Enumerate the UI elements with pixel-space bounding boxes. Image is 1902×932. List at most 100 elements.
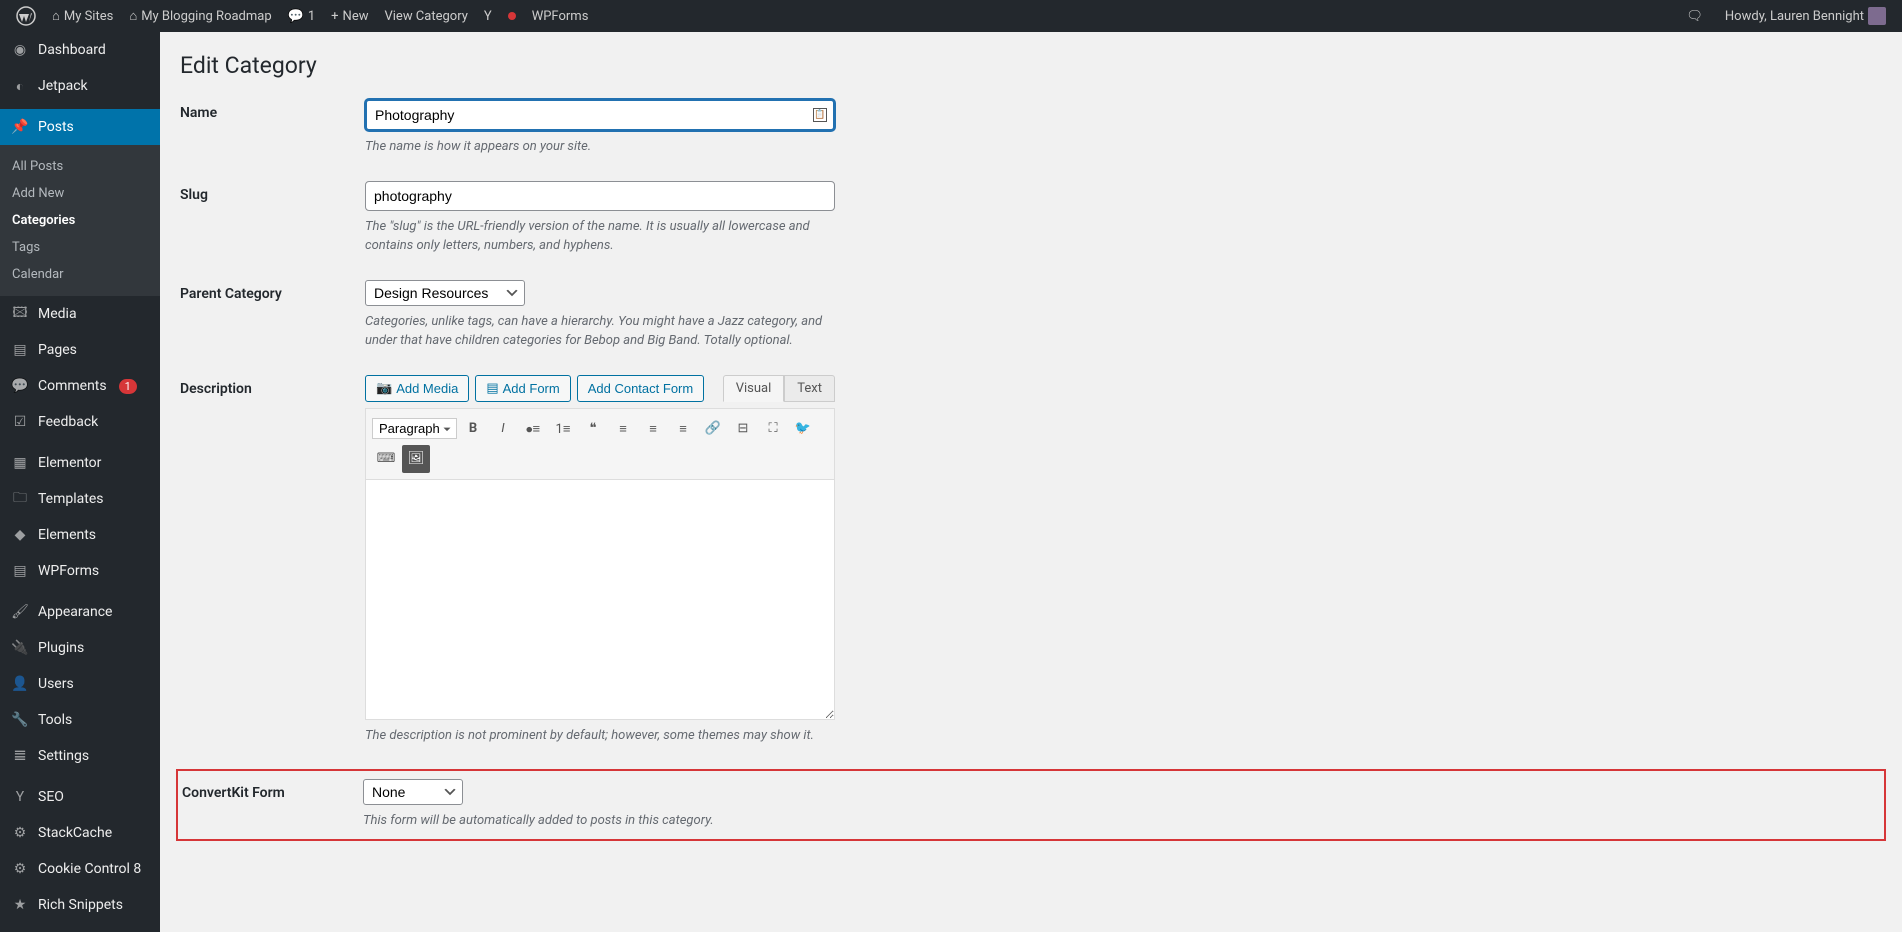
brush-icon: 🖌 [10,602,30,622]
bold-button[interactable]: B [459,415,487,443]
parent-label: Parent Category [180,280,365,302]
my-sites-label: My Sites [64,9,113,24]
yoast-link[interactable]: Y [476,0,500,32]
sidebar-dashboard[interactable]: ◉ Dashboard [0,32,160,68]
sidebar-settings[interactable]: 𝌆 Settings [0,738,160,774]
sidebar-cookie-control[interactable]: ⚙ Cookie Control 8 [0,851,160,887]
add-contact-form-label: Add Contact Form [588,381,694,396]
sidebar-appearance[interactable]: 🖌 Appearance [0,594,160,630]
new-link[interactable]: + New [323,0,376,32]
view-category-link[interactable]: View Category [376,0,475,32]
sidebar-tools[interactable]: 🔧 Tools [0,702,160,738]
elements-icon: ◆ [10,525,30,545]
parent-select[interactable]: Design Resources [365,280,525,306]
plus-icon: + [331,9,338,24]
main-wrap: ◉ Dashboard ◐ Jetpack 📌 Posts All Posts … [0,32,1902,932]
howdy-text: Howdy, Lauren Bennight [1725,9,1864,24]
slug-desc: The "slug" is the URL-friendly version o… [365,217,835,256]
sidebar-feedback[interactable]: ☑ Feedback [0,404,160,440]
name-input[interactable] [365,99,835,131]
slug-label: Slug [180,181,365,203]
sidebar-elements[interactable]: ◆ Elements [0,517,160,553]
italic-button[interactable]: I [489,415,517,443]
updates-link[interactable] [500,0,524,32]
gear-icon: ⚙ [10,859,30,879]
sidebar-label: Comments [38,378,107,394]
wpforms-label: WPForms [532,9,589,24]
sidebar-templates[interactable]: 🗀 Templates [0,481,160,517]
camera-icon: 📷 [376,380,392,396]
pin-icon: 📌 [10,117,30,137]
sidebar-media[interactable]: 🖾 Media [0,296,160,332]
sidebar-stackcache[interactable]: ⚙ StackCache [0,815,160,851]
editor-textarea[interactable] [365,480,835,720]
visual-tab[interactable]: Visual [723,375,785,402]
name-row: Name 📋 The name is how it appears on you… [180,99,1882,157]
sidebar-pages[interactable]: ▤ Pages [0,332,160,368]
text-tab[interactable]: Text [784,375,835,402]
view-category-label: View Category [384,9,467,24]
sliders-icon: 𝌆 [10,746,30,766]
comments-link[interactable]: 💬 1 [280,0,324,32]
sidebar-elementor[interactable]: ▦ Elementor [0,445,160,481]
align-left-button[interactable]: ≡ [609,415,637,443]
sub-calendar[interactable]: Calendar [0,261,160,288]
bullet-list-button[interactable]: ⦁≡ [519,415,547,443]
sidebar-label: Dashboard [38,42,106,58]
sub-add-new[interactable]: Add New [0,180,160,207]
name-label: Name [180,99,365,121]
description-row: Description 📷 Add Media ▤ Add Form [180,375,1882,746]
wp-logo[interactable] [8,0,44,32]
comment-icon: 💬 [10,376,30,396]
sidebar-label: Tools [38,712,72,728]
sidebar-label: Templates [38,491,104,507]
sub-all-posts[interactable]: All Posts [0,153,160,180]
wpforms-link[interactable]: WPForms [524,0,597,32]
add-media-button[interactable]: 📷 Add Media [365,375,469,402]
image-button[interactable]: 🖼 [402,445,430,473]
wrench-icon: 🔧 [10,710,30,730]
sidebar-users[interactable]: 👤 Users [0,666,160,702]
input-suggestion-icon[interactable]: 📋 [813,108,827,122]
add-form-button[interactable]: ▤ Add Form [475,375,570,402]
sub-categories[interactable]: Categories [0,207,160,234]
number-list-button[interactable]: 1≡ [549,415,577,443]
sidebar-comments[interactable]: 💬 Comments 1 [0,368,160,404]
keyboard-button[interactable]: ⌨ [372,445,400,473]
sidebar-seo[interactable]: Y SEO [0,779,160,815]
sub-tags[interactable]: Tags [0,234,160,261]
twitter-button[interactable]: 🐦 [789,415,817,443]
sidebar-label: Pages [38,342,77,358]
sidebar-label: Cookie Control 8 [38,861,141,877]
elementor-icon: ▦ [10,453,30,473]
my-sites-link[interactable]: ⌂ My Sites [44,0,121,32]
site-name-link[interactable]: ⌂ My Blogging Roadmap [121,0,279,32]
link-button[interactable]: 🔗 [699,415,727,443]
sidebar-jetpack[interactable]: ◐ Jetpack [0,68,160,104]
blockquote-button[interactable]: ❝ [579,415,607,443]
convertkit-select[interactable]: None [363,779,463,805]
convertkit-row: ConvertKit Form None This form will be a… [176,769,1886,841]
sidebar-rich-snippets[interactable]: ★ Rich Snippets [0,887,160,923]
slug-input[interactable] [365,181,835,211]
sidebar-label: Users [38,676,74,692]
align-right-button[interactable]: ≡ [669,415,697,443]
align-center-button[interactable]: ≡ [639,415,667,443]
sidebar-plugins[interactable]: 🔌 Plugins [0,630,160,666]
format-select[interactable]: Paragraph [372,418,457,439]
page-title: Edit Category [180,52,1882,79]
sidebar-label: StackCache [38,825,112,841]
sidebar-wpforms[interactable]: ▤ WPForms [0,553,160,589]
sidebar-label: Plugins [38,640,84,656]
fullscreen-button[interactable]: ⛶ [759,415,787,443]
add-contact-form-button[interactable]: Add Contact Form [577,375,705,402]
sidebar-posts[interactable]: 📌 Posts [0,109,160,145]
notifications-link[interactable]: 🗨 [1678,9,1711,24]
editor-toolbar: Paragraph B I ⦁≡ 1≡ ❝ ≡ ≡ ≡ 🔗 ⊟ ⛶ 🐦 ⌨ [365,408,835,480]
howdy-link[interactable]: Howdy, Lauren Bennight [1717,7,1894,25]
insert-more-button[interactable]: ⊟ [729,415,757,443]
add-media-label: Add Media [396,381,458,396]
sidebar-label: Jetpack [38,78,88,94]
sidebar-label: Elementor [38,455,101,471]
comments-count: 1 [308,9,315,24]
